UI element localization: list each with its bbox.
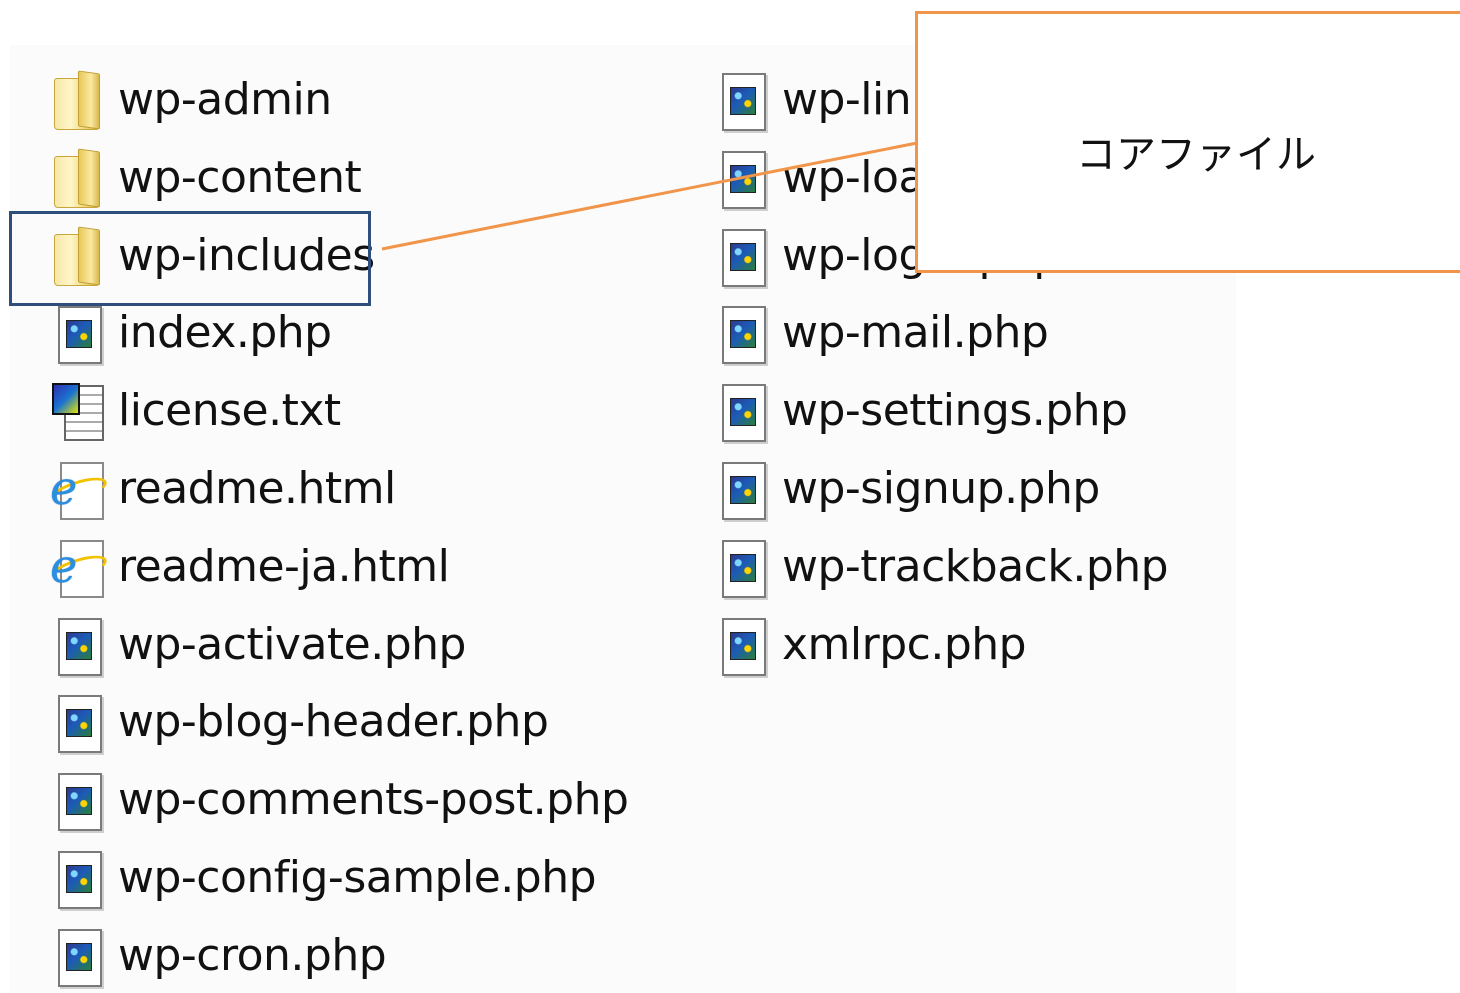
callout-box: コアファイル: [915, 11, 1460, 273]
php-file-icon: [716, 226, 772, 287]
file-name: wp-cron.php: [118, 929, 387, 981]
php-file-icon: [52, 303, 108, 365]
php-file-icon: [716, 70, 772, 131]
file-item-wp-settings-php[interactable]: wp-settings.php: [716, 379, 1128, 443]
file-item-wp-config-sample-php[interactable]: wp-config-sample.php: [52, 846, 597, 910]
file-item-index-php[interactable]: index.php: [52, 301, 332, 365]
php-file-icon: [716, 459, 772, 520]
file-name: wp-activate.php: [118, 618, 466, 670]
file-name: wp-blog-header.php: [118, 696, 549, 748]
folder-icon: [52, 70, 108, 130]
ie-file-icon: e: [46, 537, 110, 598]
php-file-icon: [716, 148, 772, 209]
file-item-wp-trackback-php[interactable]: wp-trackback.php: [716, 535, 1169, 599]
file-item-license-txt[interactable]: license.txt: [52, 379, 341, 443]
php-file-icon: [716, 303, 772, 365]
file-item-wp-content[interactable]: wp-content: [52, 146, 362, 210]
php-file-icon: [716, 381, 772, 443]
php-file-icon: [52, 848, 108, 909]
php-file-icon: [52, 926, 108, 987]
php-file-icon: [52, 770, 108, 832]
file-item-readme-html[interactable]: e readme.html: [46, 457, 396, 521]
folder-icon: [52, 148, 108, 208]
file-name: wp-config-sample.php: [118, 852, 597, 903]
php-file-icon: [52, 615, 108, 676]
file-item-xmlrpc-php[interactable]: xmlrpc.php: [716, 613, 1027, 677]
file-item-wp-admin[interactable]: wp-admin: [52, 68, 332, 132]
file-item-wp-comments-post-php[interactable]: wp-comments-post.php: [52, 768, 629, 832]
text-file-icon: [52, 381, 108, 442]
php-file-icon: [52, 692, 108, 754]
file-name: wp-settings.php: [782, 385, 1128, 437]
file-item-readme-ja-html[interactable]: e readme-ja.html: [46, 535, 450, 599]
file-name: wp-comments-post.php: [118, 774, 629, 826]
file-name: wp-admin: [118, 74, 332, 125]
file-item-wp-mail-php[interactable]: wp-mail.php: [716, 301, 1049, 365]
php-file-icon: [716, 615, 772, 676]
file-item-wp-signup-php[interactable]: wp-signup.php: [716, 457, 1100, 521]
file-name: wp-signup.php: [782, 463, 1100, 514]
file-item-wp-blog-header-php[interactable]: wp-blog-header.php: [52, 690, 549, 754]
file-item-wp-activate-php[interactable]: wp-activate.php: [52, 613, 466, 677]
ie-file-icon: e: [46, 459, 110, 520]
file-name: wp-mail.php: [782, 307, 1049, 359]
php-file-icon: [716, 537, 772, 598]
file-name: xmlrpc.php: [782, 618, 1027, 670]
file-name: index.php: [118, 307, 332, 359]
file-name: readme.html: [118, 463, 396, 514]
highlight-box: [9, 211, 371, 306]
file-name: license.txt: [118, 385, 341, 437]
callout-text: コアファイル: [1076, 132, 1316, 178]
file-item-wp-cron-php[interactable]: wp-cron.php: [52, 924, 387, 988]
file-name: readme-ja.html: [118, 540, 450, 592]
file-name: wp-trackback.php: [782, 540, 1169, 592]
file-name: wp-content: [118, 151, 362, 203]
